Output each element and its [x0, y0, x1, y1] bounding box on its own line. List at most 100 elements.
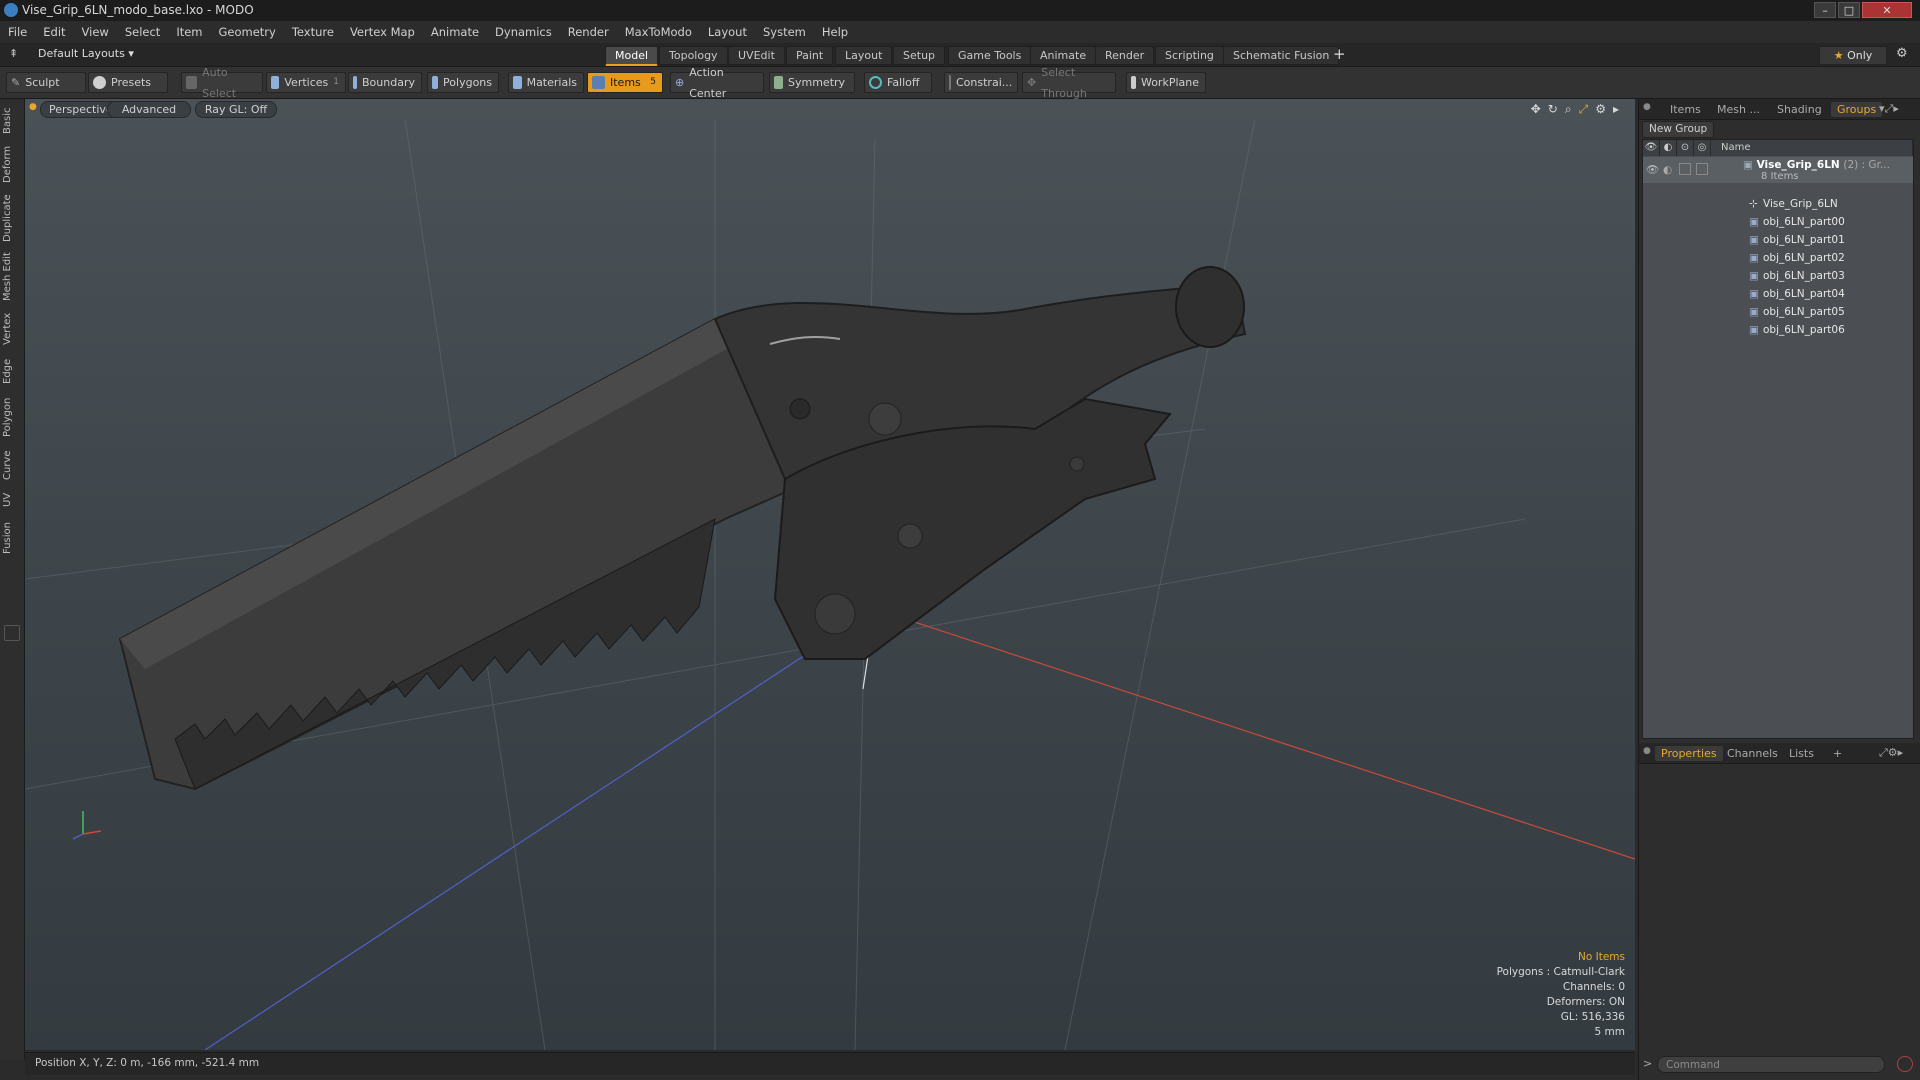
sculpt-button[interactable]: ✎ Sculpt: [6, 72, 86, 93]
menu-system[interactable]: System: [755, 25, 814, 39]
left-tab-mesh-edit[interactable]: Mesh Edit: [2, 251, 22, 303]
list-item[interactable]: ▣ obj_6LN_part01: [1643, 232, 1913, 248]
menu-maxtomodo[interactable]: MaxToModo: [617, 25, 700, 39]
menu-geometry[interactable]: Geometry: [211, 25, 284, 39]
gear-icon[interactable]: ⚙: [1896, 46, 1908, 61]
workplane-button[interactable]: WorkPlane: [1126, 72, 1206, 93]
eye-icon[interactable]: 👁: [1646, 162, 1659, 178]
vertices-button[interactable]: Vertices 1: [266, 72, 346, 93]
command-input[interactable]: Command: [1657, 1056, 1885, 1073]
select-through-button[interactable]: ✥ Select Through: [1022, 66, 1116, 100]
viewport-settings-icon[interactable]: ⚙: [1595, 102, 1606, 117]
menu-vertex-map[interactable]: Vertex Map: [342, 25, 423, 39]
menu-dynamics[interactable]: Dynamics: [487, 25, 560, 39]
boundary-button[interactable]: Boundary: [348, 72, 422, 93]
vise-grip-model[interactable]: [118, 266, 1247, 791]
default-layouts-dropdown[interactable]: Default Layouts ▾: [38, 47, 134, 60]
render-icon[interactable]: ◐: [1663, 162, 1672, 178]
window-title: Vise_Grip_6LN_modo_base.lxo - MODO: [22, 3, 254, 17]
symmetry-button[interactable]: Symmetry: [769, 72, 855, 93]
maximize-button[interactable]: □: [1838, 2, 1860, 18]
lock-checkbox[interactable]: [1679, 163, 1691, 175]
tab-properties[interactable]: Properties: [1655, 746, 1723, 761]
materials-button[interactable]: Materials: [508, 72, 584, 93]
left-tab-uv[interactable]: UV: [2, 489, 22, 511]
list-item[interactable]: ▣ obj_6LN_part05: [1643, 304, 1913, 320]
advanced-button[interactable]: Advanced: [107, 101, 191, 118]
layout-up-icon[interactable]: ⇞: [9, 47, 18, 60]
menu-help[interactable]: Help: [814, 25, 856, 39]
visibility-column-eye-icon[interactable]: 👁: [1643, 140, 1660, 156]
tab-schematic-fusion[interactable]: Schematic Fusion: [1223, 46, 1340, 65]
tab-channels[interactable]: Channels: [1721, 746, 1784, 761]
list-item[interactable]: ▣ obj_6LN_part03: [1643, 268, 1913, 284]
left-tab-deform[interactable]: Deform: [2, 143, 22, 185]
group-row[interactable]: 👁 ◐ ▣ Vise_Grip_6LN (2) : Gr... 8 Items: [1643, 157, 1913, 183]
panel-dropdown-icon[interactable]: ▾⤢▸: [1879, 102, 1899, 116]
left-tab-fusion[interactable]: Fusion: [2, 517, 22, 559]
list-item[interactable]: ⊹ Vise_Grip_6LN: [1643, 196, 1913, 212]
tab-paint[interactable]: Paint: [786, 46, 834, 65]
menu-render[interactable]: Render: [560, 25, 617, 39]
lock-column-icon[interactable]: ⊙: [1677, 140, 1694, 156]
tab-groups[interactable]: Groups: [1831, 102, 1883, 117]
constraints-button[interactable]: Constrai...: [944, 72, 1018, 93]
menu-edit[interactable]: Edit: [35, 25, 73, 39]
minimize-button[interactable]: –: [1814, 2, 1836, 18]
tab-model[interactable]: Model: [605, 46, 659, 66]
items-button[interactable]: Items 5: [587, 72, 663, 93]
render-column-icon[interactable]: ◐: [1660, 140, 1677, 156]
presets-button[interactable]: Presets: [88, 72, 168, 93]
command-record-icon[interactable]: [1897, 1056, 1913, 1072]
zoom-view-icon[interactable]: ⌕: [1565, 102, 1572, 117]
list-item[interactable]: ▣ obj_6LN_part04: [1643, 286, 1913, 302]
menu-texture[interactable]: Texture: [284, 25, 342, 39]
left-tab-edge[interactable]: Edge: [2, 355, 22, 387]
panel-menu-icon[interactable]: ●: [1643, 746, 1651, 756]
polygons-button[interactable]: Polygons: [427, 72, 499, 93]
add-tab-icon[interactable]: +: [1333, 45, 1346, 63]
panel-settings-icon[interactable]: ⤢⚙▸: [1879, 746, 1903, 760]
tab-scripting[interactable]: Scripting: [1155, 46, 1224, 65]
panel-menu-icon[interactable]: ●: [1643, 102, 1651, 112]
left-tab-vertex[interactable]: Vertex: [2, 309, 22, 349]
tab-game-tools[interactable]: Game Tools: [948, 46, 1032, 65]
tab-items[interactable]: Items: [1664, 102, 1707, 117]
3d-viewport[interactable]: ● Perspective Advanced Ray GL: Off ✥ ↻ ⌕…: [25, 99, 1635, 1050]
left-tab-duplicate[interactable]: Duplicate: [2, 191, 22, 245]
left-tab-expand-icon[interactable]: [4, 625, 20, 641]
tab-layout[interactable]: Layout: [835, 46, 893, 65]
left-tab-basic[interactable]: Basic: [2, 103, 22, 139]
auto-select-button[interactable]: Auto Select: [181, 66, 263, 100]
select-checkbox[interactable]: [1696, 163, 1708, 175]
select-column-icon[interactable]: ◎: [1694, 140, 1711, 156]
tab-shading[interactable]: Shading: [1771, 102, 1828, 117]
move-view-icon[interactable]: ✥: [1531, 102, 1541, 117]
ray-gl-button[interactable]: Ray GL: Off: [195, 101, 277, 118]
menu-layout[interactable]: Layout: [700, 25, 755, 39]
left-tab-polygon[interactable]: Polygon: [2, 393, 22, 441]
list-item[interactable]: ▣ obj_6LN_part00: [1643, 214, 1913, 230]
menu-view[interactable]: View: [74, 25, 117, 39]
tab-lists[interactable]: Lists: [1783, 746, 1820, 761]
viewport-menu-icon[interactable]: ●: [29, 102, 37, 112]
tab-mesh[interactable]: Mesh ...: [1711, 102, 1766, 117]
add-tab-button[interactable]: +: [1827, 746, 1848, 761]
list-item[interactable]: ▣ obj_6LN_part06: [1643, 322, 1913, 338]
falloff-button[interactable]: Falloff: [864, 72, 932, 93]
action-center-button[interactable]: ⊕ Action Center: [670, 66, 764, 100]
left-tab-curve[interactable]: Curve: [2, 447, 22, 483]
rotate-view-icon[interactable]: ↻: [1548, 102, 1558, 117]
menu-item[interactable]: Item: [168, 25, 210, 39]
close-button[interactable]: ✕: [1862, 2, 1912, 18]
viewport-expand-icon[interactable]: ▸: [1613, 102, 1619, 117]
name-column-header[interactable]: Name: [1711, 140, 1913, 156]
only-toggle[interactable]: ★ Only: [1819, 46, 1887, 65]
menu-animate[interactable]: Animate: [423, 25, 487, 39]
menu-select[interactable]: Select: [117, 25, 168, 39]
list-item[interactable]: ▣ obj_6LN_part02: [1643, 250, 1913, 266]
fit-view-icon[interactable]: ⤢: [1579, 102, 1589, 117]
menu-file[interactable]: File: [0, 25, 35, 39]
tab-setup[interactable]: Setup: [893, 46, 946, 65]
new-group-button[interactable]: New Group: [1642, 121, 1715, 138]
